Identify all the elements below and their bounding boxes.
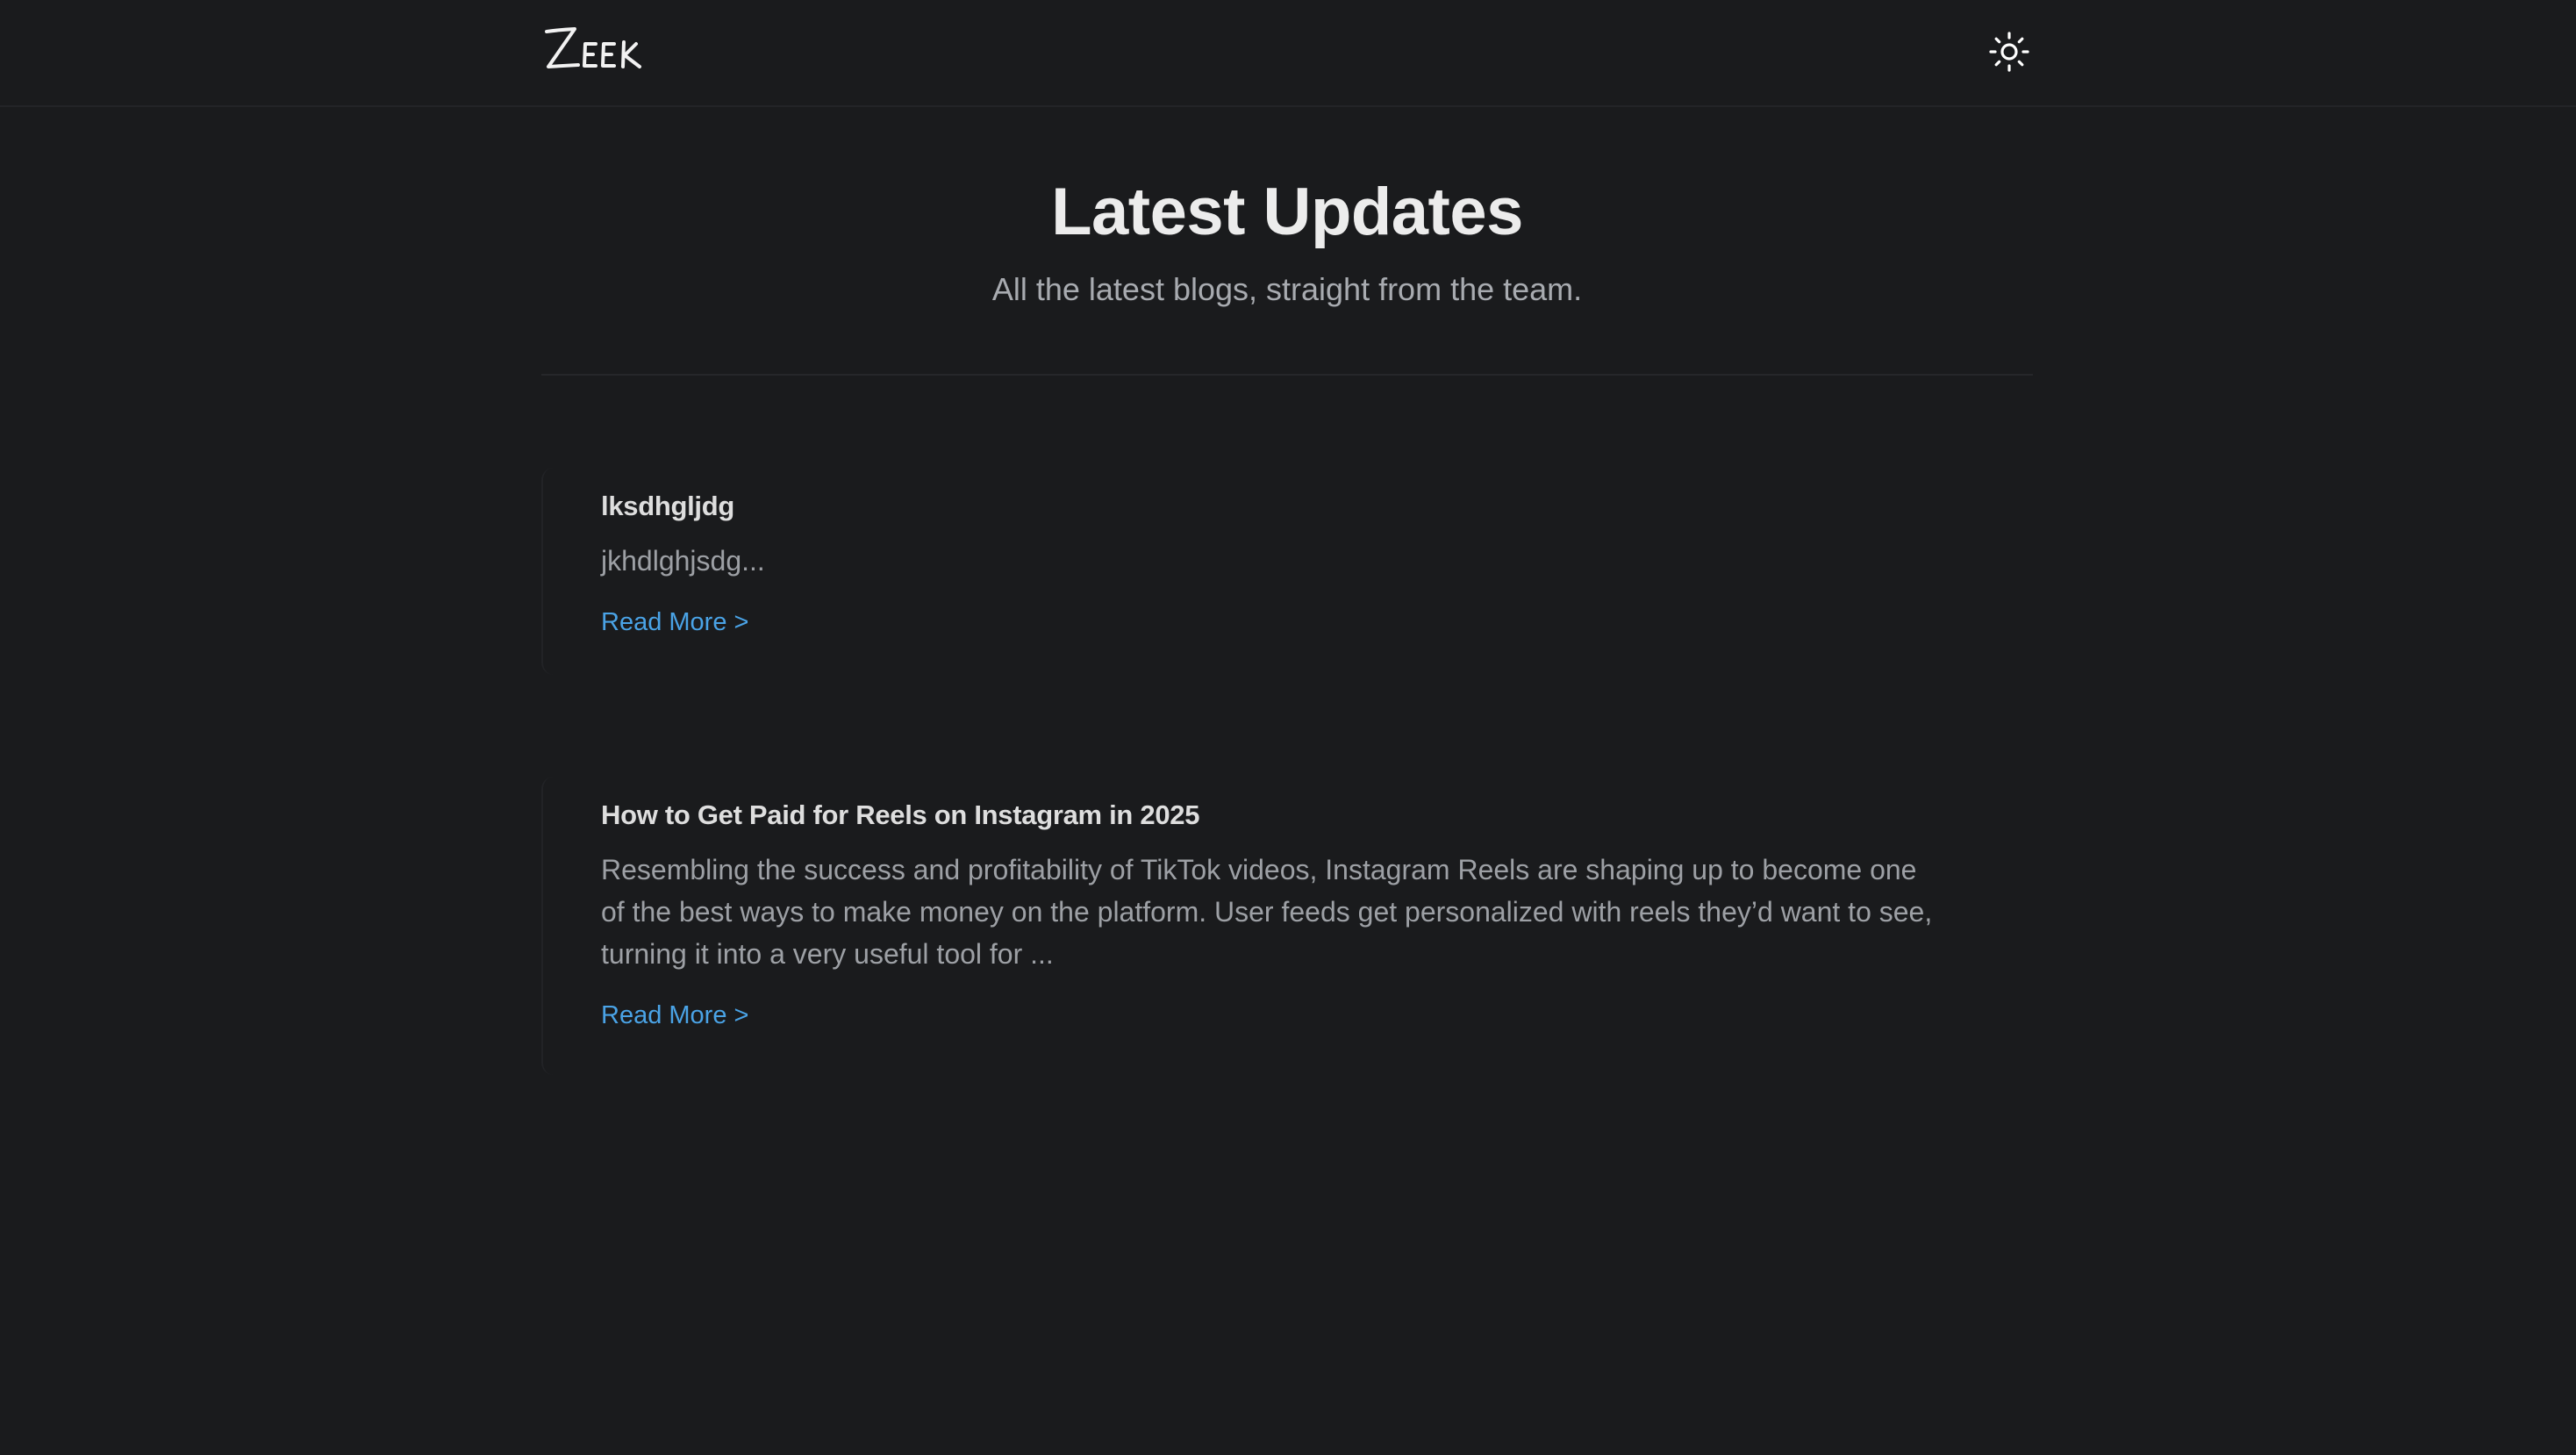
sun-icon <box>1989 32 2029 72</box>
theme-toggle-button[interactable] <box>1988 31 2030 73</box>
page-subtitle: All the latest blogs, straight from the … <box>991 270 1583 307</box>
zeek-logo[interactable] <box>541 19 664 79</box>
read-more-link[interactable]: Read More > <box>601 608 748 637</box>
page-title: Latest Updates <box>1051 175 1523 249</box>
page-hero: Latest Updates All the latest blogs, str… <box>541 176 2033 376</box>
post-title[interactable]: lksdhgljdg <box>601 468 2033 522</box>
post-excerpt: jkhdlghjsdg... <box>601 545 765 577</box>
post-excerpt: Resembling the success and profitability… <box>601 854 1933 970</box>
top-navbar <box>0 0 2576 107</box>
post-title[interactable]: How to Get Paid for Reels on Instagram i… <box>601 777 2033 831</box>
read-more-link[interactable]: Read More > <box>601 1001 748 1030</box>
post-card: How to Get Paid for Reels on Instagram i… <box>541 777 2033 1075</box>
zeek-logo-mark <box>545 27 641 68</box>
post-card: lksdhgljdg jkhdlghjsdg... Read More > <box>541 468 2033 675</box>
